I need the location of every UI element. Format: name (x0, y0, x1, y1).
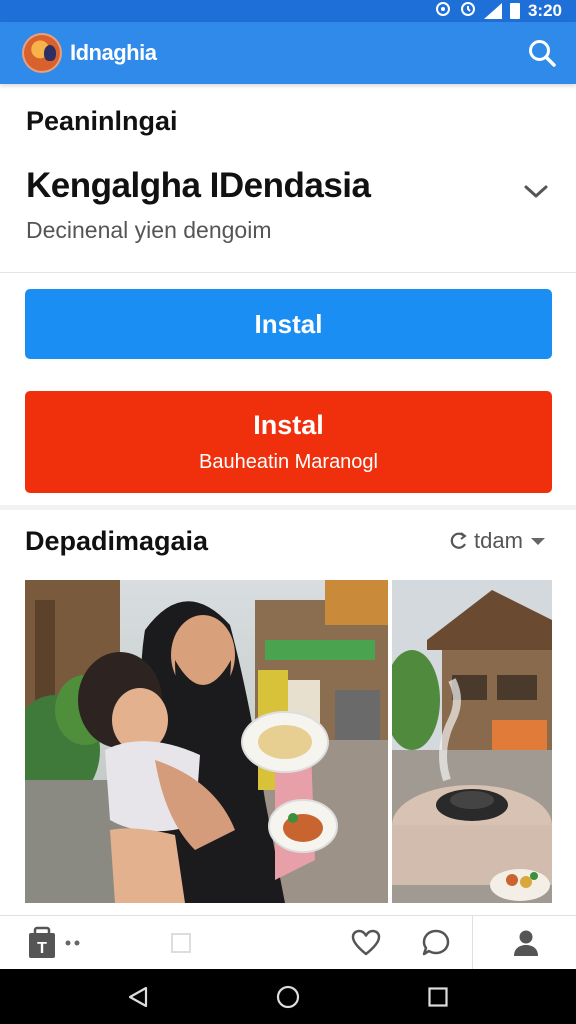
page-subtitle: Decinenal yien dengoim (26, 217, 272, 243)
search-icon (529, 40, 556, 67)
recents-icon (428, 987, 448, 1007)
bottom-bar-separator (472, 916, 473, 970)
square-icon (171, 933, 191, 953)
app-bar: Idnaghia (0, 22, 576, 84)
chat-icon (422, 929, 450, 956)
divider (0, 272, 576, 273)
dropdown-arrow-icon (530, 537, 545, 545)
more-button[interactable] (62, 916, 84, 970)
search-button[interactable] (524, 35, 560, 71)
system-nav-bar (0, 969, 576, 1024)
shop-button[interactable]: T (22, 916, 62, 970)
app-name: Idnaghia (70, 40, 157, 65)
profile-icon (514, 930, 538, 956)
page-title: Kengalgha IDendasia (26, 166, 371, 205)
square-button[interactable] (168, 916, 194, 970)
gallery-title: Depadimagaia (25, 526, 209, 556)
expand-button[interactable] (520, 176, 552, 208)
install-button[interactable]: Instal (25, 289, 552, 359)
profile-button[interactable] (508, 916, 544, 970)
sort-dropdown[interactable]: tdam (450, 528, 545, 554)
status-time: 3:20 (527, 1, 562, 20)
recents-button[interactable] (418, 979, 458, 1015)
section-label: Peaninlngai (26, 106, 178, 136)
app-logo-icon[interactable] (22, 33, 62, 73)
refresh-icon (450, 532, 467, 549)
photo-mother-child-food[interactable] (25, 580, 388, 903)
home-button[interactable] (268, 979, 308, 1015)
bottom-action-bar: T (0, 915, 576, 970)
install-secondary-sublabel: Bauheatin Maranogl (198, 451, 378, 473)
sort-label: tdam (474, 528, 523, 553)
signal-icon (483, 3, 502, 19)
home-icon (276, 985, 300, 1009)
alarm-icon (460, 1, 476, 22)
battery-icon (509, 3, 520, 19)
photo-street-grill-table[interactable] (392, 580, 552, 903)
section-separator (0, 505, 576, 510)
svg-text:T: T (37, 940, 47, 957)
heart-icon (351, 929, 381, 956)
like-button[interactable] (348, 916, 384, 970)
install-secondary-label: Instal (253, 410, 324, 440)
status-bar: 3:20 (0, 0, 576, 22)
comment-button[interactable] (418, 916, 454, 970)
sync-icon (434, 1, 452, 22)
shop-icon: T (29, 926, 55, 958)
dots-icon (65, 940, 80, 946)
chevron-down-icon (524, 185, 548, 198)
back-button[interactable] (118, 979, 158, 1015)
install-secondary-button[interactable]: Instal Bauheatin Maranogl (25, 391, 552, 493)
back-icon (128, 986, 148, 1008)
